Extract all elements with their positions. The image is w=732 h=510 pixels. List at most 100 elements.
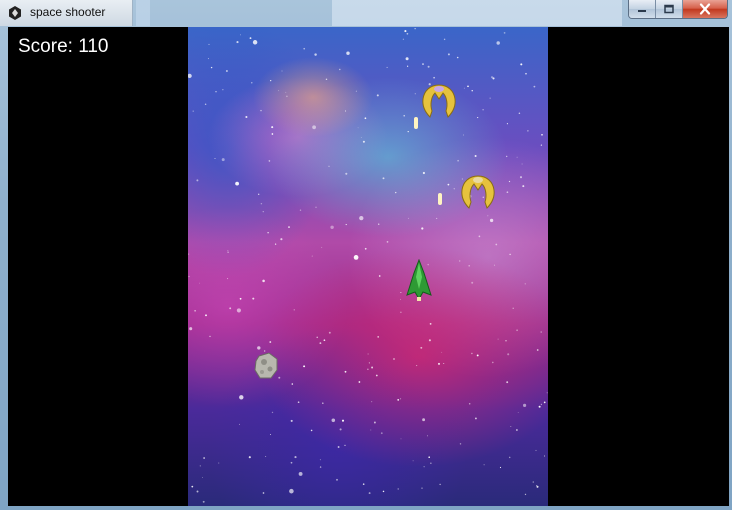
- star: [508, 180, 511, 183]
- window-title: space shooter: [30, 5, 106, 19]
- player-ship[interactable]: [404, 259, 434, 303]
- star: [362, 140, 365, 143]
- star: [222, 89, 224, 91]
- star: [328, 165, 330, 167]
- star: [512, 307, 514, 309]
- star: [436, 217, 438, 219]
- star: [467, 85, 469, 88]
- star: [515, 429, 518, 431]
- star: [371, 366, 374, 369]
- star: [428, 456, 430, 458]
- star: [221, 158, 225, 162]
- star: [362, 483, 365, 485]
- window-frame: space shooter Score: 110: [0, 0, 732, 510]
- star: [235, 181, 239, 186]
- star: [322, 402, 324, 405]
- star: [474, 155, 477, 157]
- star: [319, 342, 322, 345]
- star: [397, 488, 399, 490]
- star: [459, 443, 462, 445]
- star: [536, 485, 539, 488]
- star: [367, 353, 369, 355]
- star: [489, 97, 491, 99]
- star: [357, 127, 359, 129]
- star: [426, 435, 428, 437]
- star: [303, 365, 306, 368]
- star: [376, 94, 379, 97]
- star: [487, 215, 489, 217]
- star: [202, 500, 205, 503]
- star: [517, 411, 519, 413]
- star: [271, 411, 274, 414]
- star: [429, 322, 432, 325]
- star: [474, 417, 477, 420]
- star: [314, 53, 317, 56]
- star: [199, 465, 201, 467]
- star: [532, 481, 535, 483]
- star: [478, 235, 481, 238]
- star: [210, 66, 213, 69]
- star: [236, 41, 239, 44]
- star: [422, 63, 424, 66]
- star: [453, 188, 455, 190]
- star: [353, 255, 359, 260]
- star: [196, 490, 199, 493]
- star: [422, 418, 426, 422]
- star: [420, 346, 423, 349]
- star: [208, 43, 210, 45]
- star: [406, 32, 409, 35]
- star: [271, 133, 274, 135]
- star: [407, 217, 409, 219]
- star: [499, 466, 502, 469]
- star: [414, 93, 416, 95]
- star: [400, 311, 402, 313]
- star: [227, 278, 229, 280]
- star: [416, 365, 418, 367]
- star: [407, 131, 409, 133]
- star: [367, 368, 369, 370]
- star: [202, 477, 203, 478]
- star: [360, 137, 362, 138]
- star: [345, 172, 348, 175]
- star: [297, 401, 300, 404]
- star: [378, 275, 381, 277]
- star: [382, 177, 385, 180]
- star: [188, 275, 190, 278]
- minimize-button[interactable]: [629, 0, 656, 18]
- star: [428, 339, 431, 342]
- playfield[interactable]: [188, 27, 548, 506]
- star: [225, 70, 228, 72]
- star: [505, 340, 507, 342]
- maximize-button[interactable]: [656, 0, 683, 18]
- star: [209, 335, 211, 338]
- star: [422, 171, 425, 175]
- star: [407, 65, 409, 67]
- star: [443, 38, 446, 41]
- star: [400, 298, 402, 300]
- star: [430, 462, 432, 464]
- window-controls: [628, 0, 728, 19]
- star: [290, 461, 293, 464]
- game-viewport[interactable]: Score: 110: [8, 27, 729, 506]
- star: [510, 425, 512, 428]
- close-button[interactable]: [683, 0, 727, 18]
- star: [506, 191, 509, 194]
- starfield: [188, 28, 548, 503]
- star: [205, 314, 207, 317]
- star: [373, 421, 376, 424]
- star: [468, 265, 471, 267]
- star: [495, 243, 498, 246]
- star: [262, 211, 264, 213]
- title-bar[interactable]: space shooter: [0, 0, 732, 26]
- star: [239, 297, 242, 300]
- star: [339, 68, 341, 71]
- star: [227, 251, 229, 253]
- star: [491, 361, 494, 364]
- star: [368, 362, 370, 364]
- star: [346, 51, 350, 55]
- star: [471, 352, 473, 355]
- star: [325, 78, 328, 81]
- star: [441, 351, 443, 353]
- star: [191, 485, 194, 488]
- star: [260, 109, 262, 112]
